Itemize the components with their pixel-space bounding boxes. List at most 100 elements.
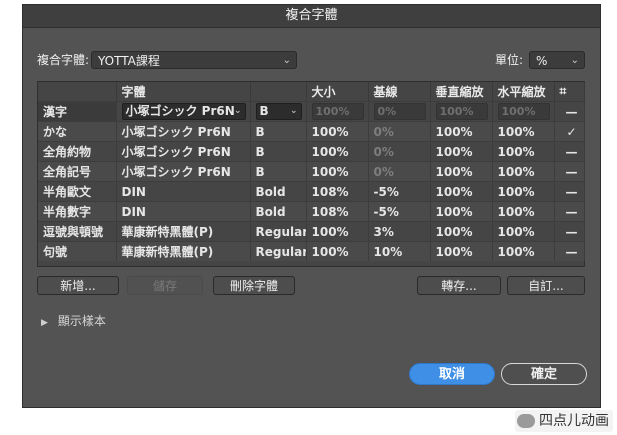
- export-button[interactable]: 轉存...: [417, 276, 501, 295]
- cell-baseline: 3%: [368, 221, 431, 242]
- vscale-field: 100%: [435, 103, 488, 120]
- cell-flag-icon: —: [554, 181, 585, 202]
- ok-button[interactable]: 確定: [501, 363, 587, 385]
- cell-class: 漢字: [38, 101, 117, 122]
- cell-style: B: [250, 141, 307, 162]
- cell-vscale: 100%: [430, 161, 493, 182]
- cell-size: 100%: [306, 161, 369, 182]
- save-button[interactable]: 儲存: [127, 276, 203, 295]
- cell-flag-icon: —: [554, 101, 585, 122]
- chevron-down-icon: ⌄: [233, 106, 242, 116]
- font-dropdown[interactable]: 小塚ゴシック Pr6N ⌄: [121, 103, 246, 120]
- cell-vscale: 100%: [430, 121, 493, 142]
- cell-baseline: -5%: [368, 181, 431, 202]
- cell-vscale: 100%: [430, 201, 493, 222]
- chevron-down-icon: ⌄: [289, 106, 298, 116]
- cell-hscale: 100%: [492, 101, 555, 122]
- table-row[interactable]: かな 小塚ゴシック Pr6N B 100% 0% 100% 100% ✓: [38, 121, 585, 142]
- cell-font: 華康新特黑體(P): [116, 241, 251, 261]
- table-row[interactable]: 逗號與頓號 華康新特黑體(P) Regular 100% 3% 100% 100% —: [38, 221, 585, 242]
- composite-font-value: YOTTA課程: [98, 54, 160, 68]
- cell-flag-icon: —: [554, 221, 585, 242]
- cell-font: 小塚ゴシック Pr6N: [116, 141, 251, 162]
- font-settings-table: 字體 大小 基線 垂直縮放 水平縮放 ⌗ 漢字 小塚ゴシック Pr6N ⌄ B ⌄ 100…: [37, 81, 585, 267]
- cell-size: 100%: [306, 141, 369, 162]
- cell-vscale: 100%: [430, 221, 493, 242]
- cell-flag-icon: ✓: [554, 121, 585, 142]
- cell-class: かな: [38, 121, 117, 142]
- cell-hscale: 100%: [492, 161, 555, 182]
- cell-class: 全角約物: [38, 141, 117, 162]
- cell-size: 100%: [306, 221, 369, 242]
- composite-font-select[interactable]: YOTTA課程 ⌄: [91, 51, 297, 69]
- col-header-font: 字體: [116, 82, 251, 102]
- cancel-button[interactable]: 取消: [409, 363, 495, 385]
- col-header-class: [38, 82, 117, 102]
- style-dropdown[interactable]: B ⌄: [255, 103, 302, 120]
- cell-style: B: [250, 121, 307, 142]
- cell-hscale: 100%: [492, 201, 555, 222]
- cell-baseline: 10%: [368, 241, 431, 261]
- table-row[interactable]: 半角歐文 DIN Bold 108% -5% 100% 100% —: [38, 181, 585, 202]
- show-sample-label: 顯示樣本: [57, 314, 106, 328]
- cell-baseline: 0%: [368, 121, 431, 142]
- cell-class: 全角記号: [38, 161, 117, 182]
- unit-select[interactable]: % ⌄: [529, 51, 585, 69]
- cell-baseline: -5%: [368, 201, 431, 222]
- cell-style: Regular: [250, 221, 307, 242]
- table-row[interactable]: 全角記号 小塚ゴシック Pr6N B 100% 0% 100% 100% —: [38, 161, 585, 182]
- cell-hscale: 100%: [492, 221, 555, 242]
- cell-size: 100%: [306, 241, 369, 261]
- wechat-icon: [517, 414, 535, 428]
- hscale-field: 100%: [497, 103, 550, 120]
- cell-vscale: 100%: [430, 241, 493, 261]
- watermark: 四点儿动画: [515, 410, 613, 432]
- cell-font: 小塚ゴシック Pr6N: [116, 161, 251, 182]
- style-value: B: [259, 104, 269, 118]
- cell-vscale: 100%: [430, 181, 493, 202]
- cell-flag-icon: —: [554, 241, 585, 261]
- table-row[interactable]: 句號 華康新特黑體(P) Regular 100% 10% 100% 100% —: [38, 241, 585, 261]
- show-sample-toggle[interactable]: ▶ 顯示樣本: [41, 312, 106, 329]
- col-header-size: 大小: [306, 82, 369, 102]
- table-row[interactable]: 漢字 小塚ゴシック Pr6N ⌄ B ⌄ 100% 0% 100% 100% —: [38, 101, 585, 122]
- cell-style: Bold: [250, 201, 307, 222]
- cell-class: 逗號與頓號: [38, 221, 117, 242]
- cell-flag-icon: —: [554, 141, 585, 162]
- cell-font: DIN: [116, 201, 251, 222]
- chevron-down-icon: ⌄: [570, 55, 579, 66]
- cell-flag-icon: —: [554, 201, 585, 222]
- disclosure-triangle-icon: ▶: [41, 318, 48, 328]
- cell-hscale: 100%: [492, 121, 555, 142]
- cell-style[interactable]: B ⌄: [250, 101, 307, 122]
- cell-hscale: 100%: [492, 241, 555, 261]
- unit-label: 單位:: [495, 53, 524, 67]
- composite-font-label: 複合字體:: [37, 53, 90, 67]
- size-field: 100%: [311, 103, 364, 120]
- col-header-baseline: 基線: [368, 82, 431, 102]
- cell-class: 半角歐文: [38, 181, 117, 202]
- cell-size: 108%: [306, 201, 369, 222]
- cell-hscale: 100%: [492, 141, 555, 162]
- col-header-vscale: 垂直縮放: [430, 82, 493, 102]
- cell-style: Regular: [250, 241, 307, 261]
- cell-font[interactable]: 小塚ゴシック Pr6N ⌄: [116, 101, 251, 122]
- cell-baseline: 0%: [368, 161, 431, 182]
- cell-flag-icon: —: [554, 161, 585, 182]
- delete-font-button[interactable]: 刪除字體: [213, 276, 295, 295]
- new-button[interactable]: 新增...: [37, 276, 119, 295]
- custom-button[interactable]: 自訂...: [507, 276, 585, 295]
- table-row[interactable]: 半角數字 DIN Bold 108% -5% 100% 100% —: [38, 201, 585, 222]
- col-header-hscale: 水平縮放: [492, 82, 555, 102]
- cell-font: 小塚ゴシック Pr6N: [116, 121, 251, 142]
- col-header-style: [250, 82, 307, 102]
- cell-baseline: 0%: [368, 101, 431, 122]
- cell-size: 108%: [306, 181, 369, 202]
- table-row[interactable]: 全角約物 小塚ゴシック Pr6N B 100% 0% 100% 100% —: [38, 141, 585, 162]
- cell-size: 100%: [306, 101, 369, 122]
- unit-value: %: [536, 54, 548, 68]
- cell-vscale: 100%: [430, 141, 493, 162]
- cell-font: DIN: [116, 181, 251, 202]
- baseline-field: 0%: [373, 103, 426, 120]
- font-value: 小塚ゴシック Pr6N: [125, 104, 235, 118]
